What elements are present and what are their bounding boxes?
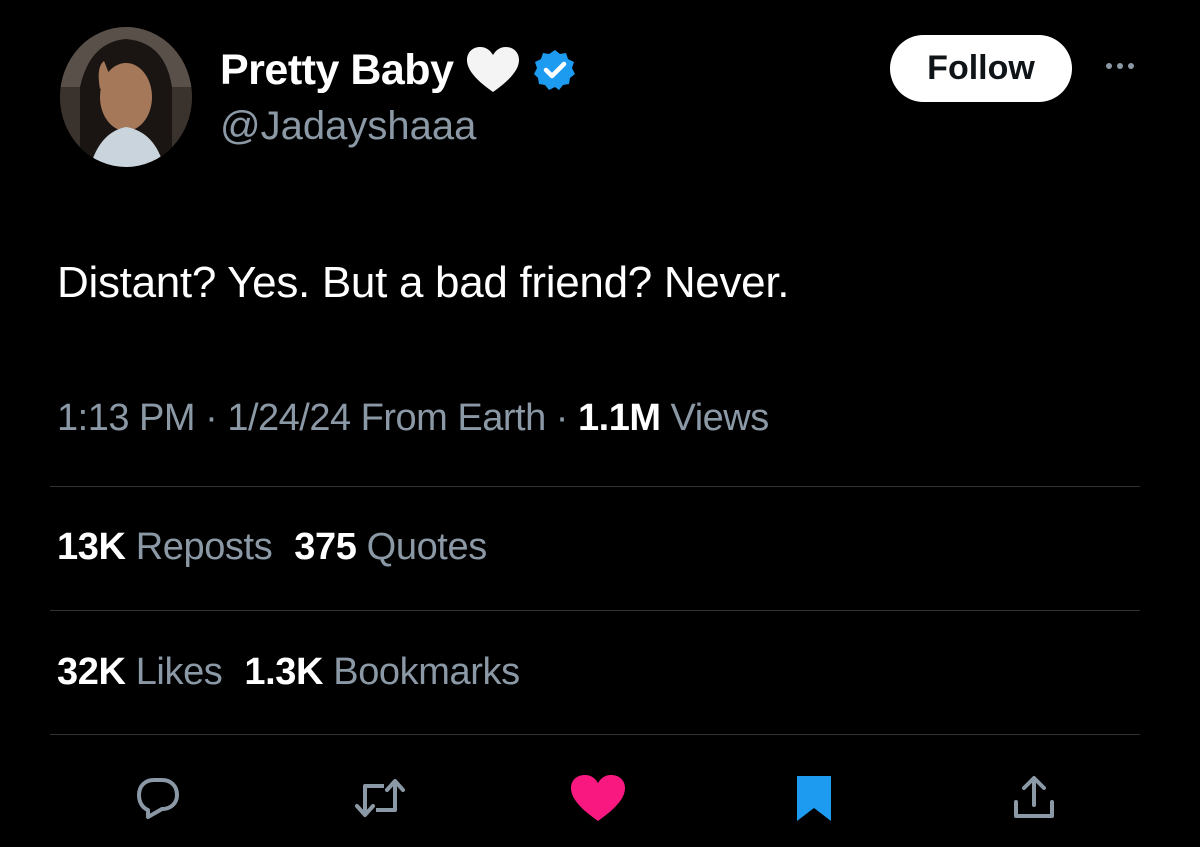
like-icon xyxy=(571,775,625,821)
likes-count: 32K xyxy=(57,651,126,693)
reposts-count: 13K xyxy=(57,526,126,568)
white-heart-icon xyxy=(467,47,520,92)
action-bar xyxy=(0,768,1200,832)
repost-button[interactable] xyxy=(350,768,410,828)
tweet-text: Distant? Yes. But a bad friend? Never. xyxy=(57,258,790,307)
reposts-stat[interactable]: 13K Reposts xyxy=(57,526,273,568)
views-count: 1.1M xyxy=(578,397,661,439)
repost-quote-stats: 13K Reposts 375 Quotes xyxy=(57,526,487,569)
tweet-date[interactable]: 1/24/24 xyxy=(227,397,351,439)
avatar[interactable] xyxy=(60,27,192,167)
more-dot xyxy=(1117,63,1123,69)
bookmark-icon xyxy=(797,776,831,821)
follow-button[interactable]: Follow xyxy=(890,35,1072,102)
likes-stat[interactable]: 32K Likes xyxy=(57,651,223,693)
share-icon xyxy=(1014,776,1054,818)
tweet-metadata: 1:13 PM · 1/24/24 From Earth · 1.1M View… xyxy=(57,397,769,440)
bookmarks-label: Bookmarks xyxy=(333,651,520,693)
author-display-name[interactable]: Pretty Baby xyxy=(220,46,454,95)
quotes-count: 375 xyxy=(294,526,357,568)
likes-label: Likes xyxy=(135,651,223,693)
bookmarks-count: 1.3K xyxy=(244,651,324,693)
tweet-source: From Earth xyxy=(360,397,547,439)
divider xyxy=(50,610,1140,611)
tweet-time[interactable]: 1:13 PM xyxy=(57,397,196,439)
reposts-label: Reposts xyxy=(135,526,273,568)
avatar-photo xyxy=(60,27,192,167)
meta-separator: · xyxy=(205,397,228,439)
verified-badge-icon[interactable] xyxy=(533,48,577,92)
bookmarks-stat[interactable]: 1.3K Bookmarks xyxy=(244,651,520,693)
like-bookmark-stats: 32K Likes 1.3K Bookmarks xyxy=(57,651,520,694)
divider xyxy=(50,734,1140,735)
repost-icon xyxy=(355,779,405,817)
more-dot xyxy=(1128,63,1134,69)
more-options-icon[interactable] xyxy=(1098,54,1142,78)
share-button[interactable] xyxy=(1004,768,1064,828)
more-dot xyxy=(1106,63,1112,69)
bookmark-button[interactable] xyxy=(784,768,844,828)
like-button[interactable] xyxy=(568,768,628,828)
quotes-stat[interactable]: 375 Quotes xyxy=(294,526,487,568)
reply-button[interactable] xyxy=(128,768,188,828)
author-name-row: Pretty Baby xyxy=(220,44,577,96)
meta-separator: · xyxy=(555,397,578,439)
divider xyxy=(50,486,1140,487)
views-label: Views xyxy=(670,397,770,439)
reply-icon xyxy=(137,778,179,819)
quotes-label: Quotes xyxy=(366,526,488,568)
author-handle[interactable]: @Jadayshaaa xyxy=(220,104,476,149)
